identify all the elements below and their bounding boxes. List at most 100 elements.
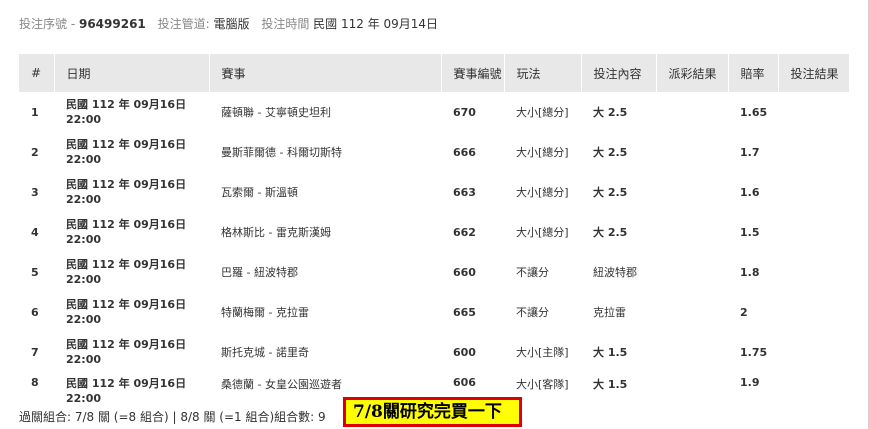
- col-header-odds: 賠率: [728, 54, 779, 92]
- row-play: 大小[主隊]: [516, 346, 569, 359]
- row-odds: 1.9: [740, 376, 760, 389]
- row-odds: 1.8: [740, 265, 760, 279]
- row-match: 薩頓聯 - 艾寧頓史坦利: [221, 106, 331, 119]
- row-no: 8: [31, 376, 39, 389]
- row-no: 2: [31, 145, 39, 159]
- row-result: [778, 132, 849, 172]
- row-code: 663: [453, 185, 476, 199]
- row-match: 斯托克城 - 諾里奇: [221, 346, 309, 359]
- channel-value: 電腦版: [213, 17, 250, 31]
- row-payout: [656, 92, 728, 132]
- row-match: 特蘭梅爾 - 克拉雷: [221, 306, 309, 319]
- parlay-summary: 過關組合: 7/8 關 (=8 組合) | 8/8 關 (=1 組合)組合數: …: [19, 410, 326, 424]
- table-row: 6 民國 112 年 09月16日 22:00 特蘭梅爾 - 克拉雷 665 不讓…: [19, 292, 849, 332]
- row-result: [778, 332, 849, 372]
- row-payout: [656, 212, 728, 252]
- row-match: 格林斯比 - 雷克斯漢姆: [221, 226, 331, 239]
- row-date: 民國 112 年 09月16日 22:00: [54, 92, 209, 132]
- table-row: 7 民國 112 年 09月16日 22:00 斯托克城 - 諾里奇 600 大小…: [19, 332, 849, 372]
- row-code: 600: [453, 345, 476, 359]
- row-time-text: 22:00: [66, 273, 102, 286]
- row-result: [778, 212, 849, 252]
- row-date-text: 民國 112 年 09月16日: [66, 98, 187, 111]
- col-header-content: 投注內容: [581, 54, 657, 92]
- row-time-text: 22:00: [66, 353, 102, 366]
- row-play: 不讓分: [516, 306, 549, 319]
- col-header-date: 日期: [54, 54, 210, 92]
- row-date: 民國 112 年 09月16日 22:00: [54, 252, 209, 292]
- col-header-no: #: [19, 54, 55, 92]
- row-payout: [656, 372, 728, 412]
- table-row: 1 民國 112 年 09月16日 22:00 薩頓聯 - 艾寧頓史坦利 670 …: [19, 92, 849, 132]
- row-no: 5: [31, 265, 39, 279]
- row-payout: [656, 132, 728, 172]
- row-time-text: 22:00: [66, 113, 102, 126]
- table-header-row: # 日期 賽事 賽事編號 玩法 投注內容 派彩結果 賠率 投注結果: [19, 54, 849, 92]
- table-row: 3 民國 112 年 09月16日 22:00 瓦索爾 - 斯溫頓 663 大小[…: [19, 172, 849, 212]
- row-result: [778, 252, 849, 292]
- row-time-text: 22:00: [66, 153, 102, 166]
- row-date: 民國 112 年 09月16日 22:00: [54, 332, 209, 372]
- row-odds: 1.6: [740, 185, 760, 199]
- row-date: 民國 112 年 09月16日 22:00: [54, 292, 209, 332]
- row-date-text: 民國 112 年 09月16日: [66, 338, 187, 351]
- row-content: 大 2.5: [593, 106, 628, 119]
- col-header-play: 玩法: [504, 54, 582, 92]
- row-odds: 1.5: [740, 225, 760, 239]
- row-content: 大 2.5: [593, 146, 628, 159]
- row-result: [778, 92, 849, 132]
- row-match: 巴羅 - 紐波特郡: [221, 266, 298, 279]
- row-match: 曼斯菲爾德 - 科爾切斯特: [221, 146, 342, 159]
- col-header-match: 賽事: [209, 54, 442, 92]
- row-content: 克拉雷: [593, 306, 626, 319]
- row-time-text: 22:00: [66, 193, 102, 206]
- serial-label: 投注序號 -: [19, 17, 76, 31]
- row-payout: [656, 332, 728, 372]
- row-play: 大小[總分]: [516, 226, 569, 239]
- table-row: 4 民國 112 年 09月16日 22:00 格林斯比 - 雷克斯漢姆 662 …: [19, 212, 849, 252]
- row-content: 大 1.5: [593, 378, 628, 391]
- row-play: 大小[總分]: [516, 186, 569, 199]
- row-time-text: 22:00: [66, 392, 102, 405]
- row-date-text: 民國 112 年 09月16日: [66, 218, 187, 231]
- row-code: 670: [453, 105, 476, 119]
- table-row: 5 民國 112 年 09月16日 22:00 巴羅 - 紐波特郡 660 不讓分…: [19, 252, 849, 292]
- row-content: 大 2.5: [593, 226, 628, 239]
- row-date: 民國 112 年 09月16日 22:00: [54, 132, 209, 172]
- row-odds: 1.65: [740, 105, 768, 119]
- time-label: 投注時間: [261, 17, 310, 31]
- row-date: 民國 112 年 09月16日 22:00: [54, 372, 209, 412]
- row-play: 大小[總分]: [516, 106, 569, 119]
- row-date: 民國 112 年 09月16日 22:00: [54, 212, 209, 252]
- row-odds: 1.7: [740, 145, 760, 159]
- row-result: [778, 172, 849, 212]
- table-row: 2 民國 112 年 09月16日 22:00 曼斯菲爾德 - 科爾切斯特 666…: [19, 132, 849, 172]
- row-result: [778, 372, 849, 412]
- row-play: 不讓分: [516, 266, 549, 279]
- row-no: 4: [31, 225, 39, 239]
- row-content: 大 2.5: [593, 186, 628, 199]
- row-content: 大 1.5: [593, 346, 628, 359]
- row-code: 665: [453, 305, 476, 319]
- bet-table: # 日期 賽事 賽事編號 玩法 投注內容 派彩結果 賠率 投注結果 1 民國 1…: [19, 54, 849, 412]
- row-payout: [656, 252, 728, 292]
- col-header-code: 賽事編號: [441, 54, 505, 92]
- row-time-text: 22:00: [66, 233, 102, 246]
- row-odds: 2: [740, 305, 748, 319]
- channel-label: 投注管道:: [157, 17, 210, 31]
- row-code: 666: [453, 145, 476, 159]
- row-match: 瓦索爾 - 斯溫頓: [221, 186, 298, 199]
- annotation-note: 7/8關研究完買一下: [343, 397, 522, 427]
- row-play: 大小[總分]: [516, 146, 569, 159]
- row-time-text: 22:00: [66, 313, 102, 326]
- row-odds: 1.75: [740, 345, 768, 359]
- col-header-result: 投注結果: [778, 54, 849, 92]
- row-no: 1: [31, 105, 39, 119]
- col-header-payout: 派彩結果: [656, 54, 729, 92]
- row-payout: [656, 172, 728, 212]
- row-content: 紐波特郡: [593, 266, 637, 279]
- row-code: 662: [453, 225, 476, 239]
- row-date-text: 民國 112 年 09月16日: [66, 178, 187, 191]
- serial-value: 96499261: [78, 17, 146, 31]
- row-no: 7: [31, 345, 39, 359]
